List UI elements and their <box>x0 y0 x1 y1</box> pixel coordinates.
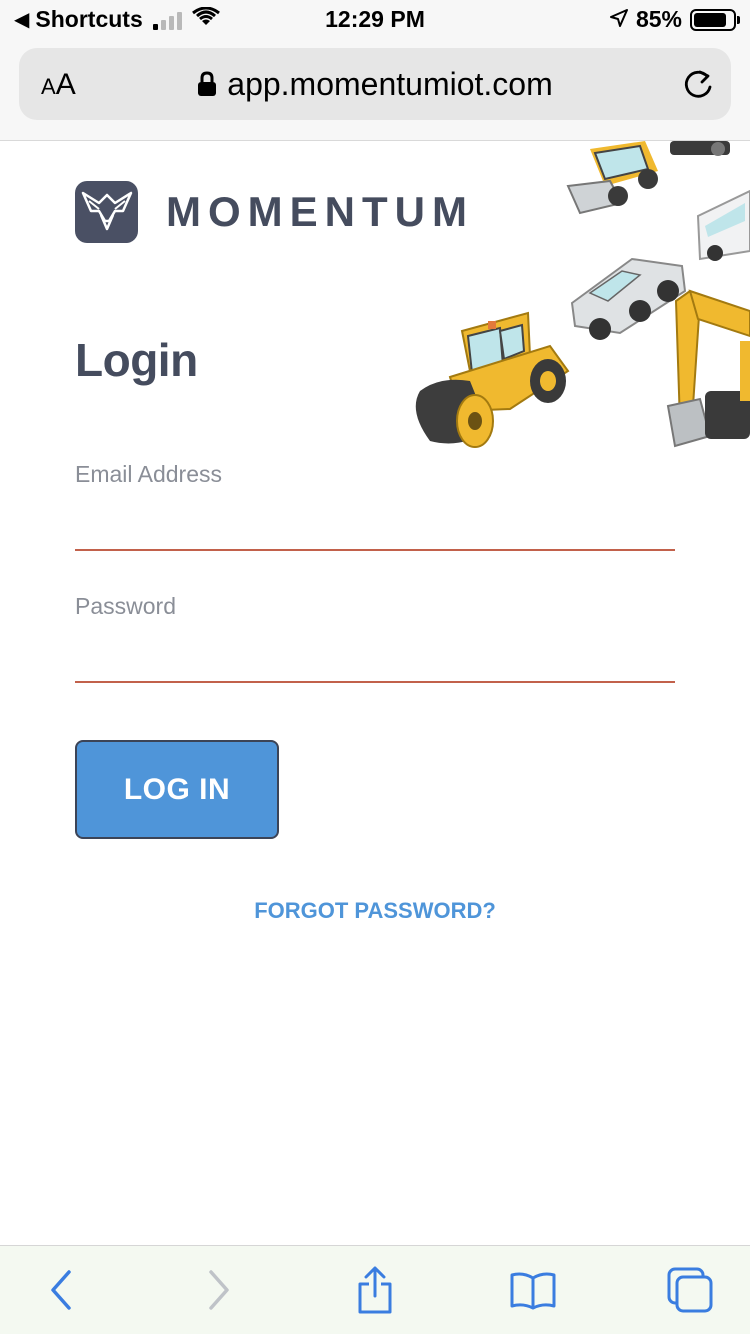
back-icon[interactable] <box>32 1264 92 1316</box>
page-title: Login <box>75 334 198 386</box>
reload-icon[interactable] <box>681 66 715 107</box>
lock-icon <box>197 68 217 105</box>
url-display[interactable]: app.momentumiot.com <box>19 66 731 105</box>
bookmarks-icon[interactable] <box>503 1264 563 1316</box>
email-label: Email Address <box>75 461 223 487</box>
browser-toolbar <box>0 1245 750 1334</box>
tabs-icon[interactable] <box>660 1264 720 1316</box>
forward-icon[interactable] <box>188 1264 248 1316</box>
battery-percent: 85% <box>635 6 682 32</box>
password-label: Password <box>75 593 176 619</box>
brand-name: MOMENTUM <box>166 188 474 235</box>
eagle-logo-icon <box>75 181 138 243</box>
battery-icon <box>690 8 740 31</box>
email-field[interactable] <box>75 501 675 551</box>
forgot-password-label[interactable]: FORGOT PASSWORD? <box>254 898 496 923</box>
browser-url-area: AA app.momentumiot.com <box>0 40 750 141</box>
password-field[interactable] <box>75 633 675 683</box>
brand-logo: MOMENTUM <box>75 181 474 243</box>
van-illustration <box>696 189 750 261</box>
status-right: 85% <box>609 6 740 33</box>
excavator-illustration <box>666 289 750 448</box>
address-bar[interactable]: AA app.momentumiot.com <box>19 48 731 120</box>
pickup-truck-illustration <box>570 257 687 340</box>
location-icon <box>609 6 628 33</box>
url-text: app.momentumiot.com <box>227 66 553 102</box>
forgot-password-link[interactable]: FORGOT PASSWORD? <box>0 898 750 924</box>
road-roller-illustration <box>415 311 570 448</box>
status-bar: ◀ Shortcuts 12:29 PM 85% <box>0 0 750 40</box>
login-button[interactable]: LOG IN <box>75 740 279 839</box>
share-icon[interactable] <box>345 1264 405 1316</box>
skid-loader-illustration <box>566 141 730 215</box>
